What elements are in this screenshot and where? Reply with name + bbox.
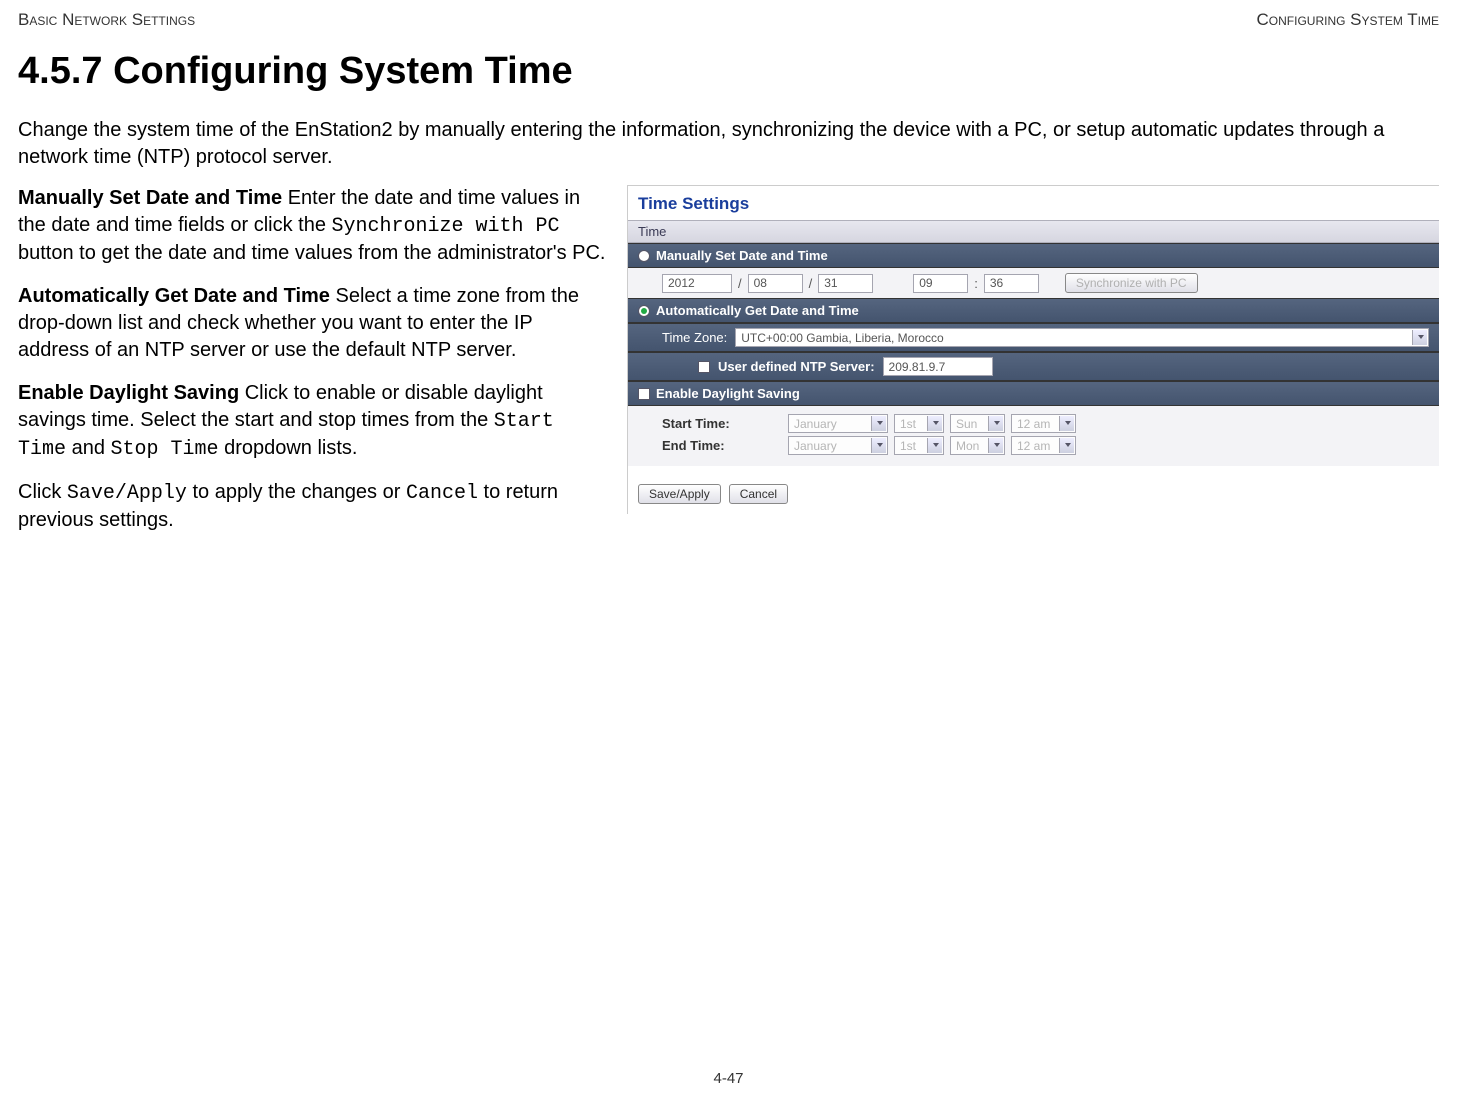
day-field[interactable]: 31 <box>818 274 873 293</box>
timezone-row: Time Zone: UTC+00:00 Gambia, Liberia, Mo… <box>628 323 1439 352</box>
auto-row-header: Automatically Get Date and Time <box>628 298 1439 323</box>
dst-start-time-value: 12 am <box>1017 417 1050 431</box>
dst-end-time[interactable]: 12 am <box>1011 436 1076 455</box>
minute-field[interactable]: 36 <box>984 274 1039 293</box>
chevron-down-icon <box>933 421 939 425</box>
time-section-header: Time <box>628 220 1439 243</box>
page-number: 4-47 <box>18 1070 1439 1087</box>
page-header: Basic Network Settings Configuring Syste… <box>18 10 1439 30</box>
timezone-label: Time Zone: <box>662 330 727 345</box>
para-dst-text-c: dropdown lists. <box>219 437 358 459</box>
dst-start-month-value: January <box>794 417 837 431</box>
header-right: Configuring System Time <box>1257 10 1439 30</box>
timezone-value: UTC+00:00 Gambia, Liberia, Morocco <box>741 331 943 345</box>
para-save-code2: Cancel <box>406 482 478 505</box>
para-manual-text-b: button to get the date and time values f… <box>18 242 605 264</box>
dst-start-label: Start Time: <box>662 416 782 431</box>
month-field[interactable]: 08 <box>748 274 803 293</box>
para-dst-bold: Enable Daylight Saving <box>18 382 239 404</box>
para-manual: Manually Set Date and Time Enter the dat… <box>18 185 607 267</box>
dst-label: Enable Daylight Saving <box>656 386 800 401</box>
save-apply-button[interactable]: Save/Apply <box>638 484 721 504</box>
dst-start-day[interactable]: 1st <box>894 414 944 433</box>
chevron-down-icon <box>877 443 883 447</box>
chevron-down-icon <box>994 443 1000 447</box>
auto-label: Automatically Get Date and Time <box>656 303 859 318</box>
cancel-button[interactable]: Cancel <box>729 484 788 504</box>
year-field[interactable]: 2012 <box>662 274 732 293</box>
date-sep-2: / <box>809 276 813 291</box>
chevron-down-icon <box>1065 421 1071 425</box>
para-dst-text-b: and <box>66 437 110 459</box>
panel-title: Time Settings <box>628 186 1439 220</box>
dst-end-row: End Time: January 1st Mon 12 am <box>662 436 1429 455</box>
chevron-down-icon <box>1418 335 1424 339</box>
manual-row-header: Manually Set Date and Time <box>628 243 1439 268</box>
chevron-down-icon <box>994 421 1000 425</box>
dst-end-time-value: 12 am <box>1017 439 1050 453</box>
manual-fields-row: 2012 / 08 / 31 09 : 36 Synchronize with … <box>628 268 1439 298</box>
sync-pc-button[interactable]: Synchronize with PC <box>1065 273 1198 293</box>
dst-end-weekday-value: Mon <box>956 439 979 453</box>
para-manual-bold: Manually Set Date and Time <box>18 187 282 209</box>
dst-start-weekday-value: Sun <box>956 417 977 431</box>
panel-footer: Save/Apply Cancel <box>628 466 1439 514</box>
dst-end-month-value: January <box>794 439 837 453</box>
dst-fields: Start Time: January 1st Sun 12 am End Ti… <box>628 406 1439 466</box>
dst-start-day-value: 1st <box>900 417 916 431</box>
ntp-label: User defined NTP Server: <box>718 359 875 374</box>
chevron-down-icon <box>1065 443 1071 447</box>
para-dst-code2: Stop Time <box>111 438 219 461</box>
ntp-checkbox[interactable] <box>698 361 710 373</box>
dst-end-weekday[interactable]: Mon <box>950 436 1005 455</box>
dst-checkbox[interactable] <box>638 388 650 400</box>
section-heading: 4.5.7 Configuring System Time <box>18 50 1439 93</box>
dst-start-row: Start Time: January 1st Sun 12 am <box>662 414 1429 433</box>
date-sep-1: / <box>738 276 742 291</box>
para-manual-code: Synchronize with PC <box>332 215 560 238</box>
dst-start-month[interactable]: January <box>788 414 888 433</box>
para-auto: Automatically Get Date and Time Select a… <box>18 283 607 364</box>
hour-field[interactable]: 09 <box>913 274 968 293</box>
manual-radio[interactable] <box>638 250 650 262</box>
intro-paragraph: Change the system time of the EnStation2… <box>18 117 1439 171</box>
auto-radio[interactable] <box>638 305 650 317</box>
time-sep: : <box>974 276 978 291</box>
chevron-down-icon <box>877 421 883 425</box>
dst-start-weekday[interactable]: Sun <box>950 414 1005 433</box>
timezone-select[interactable]: UTC+00:00 Gambia, Liberia, Morocco <box>735 328 1429 347</box>
para-auto-bold: Automatically Get Date and Time <box>18 285 330 307</box>
dst-end-month[interactable]: January <box>788 436 888 455</box>
chevron-down-icon <box>933 443 939 447</box>
para-save-text-b: to apply the changes or <box>187 481 406 503</box>
para-save-code1: Save/Apply <box>67 482 187 505</box>
dst-end-day[interactable]: 1st <box>894 436 944 455</box>
dst-start-time[interactable]: 12 am <box>1011 414 1076 433</box>
ntp-server-field[interactable]: 209.81.9.7 <box>883 357 993 376</box>
para-save-text-a: Click <box>18 481 67 503</box>
manual-label: Manually Set Date and Time <box>656 248 828 263</box>
dst-end-label: End Time: <box>662 438 782 453</box>
time-settings-panel: Time Settings Time Manually Set Date and… <box>627 185 1439 514</box>
dst-end-day-value: 1st <box>900 439 916 453</box>
para-save: Click Save/Apply to apply the changes or… <box>18 479 607 534</box>
header-left: Basic Network Settings <box>18 10 195 30</box>
description-column: Manually Set Date and Time Enter the dat… <box>18 185 607 550</box>
ntp-row: User defined NTP Server: 209.81.9.7 <box>628 352 1439 381</box>
para-dst: Enable Daylight Saving Click to enable o… <box>18 380 607 463</box>
dst-row-header: Enable Daylight Saving <box>628 381 1439 406</box>
